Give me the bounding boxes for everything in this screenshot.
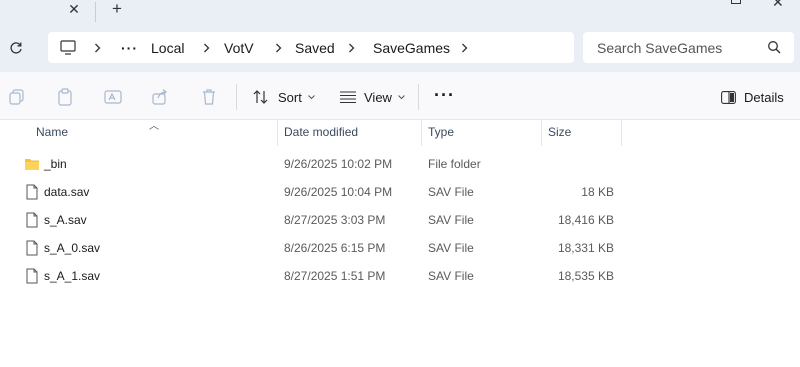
new-tab-button[interactable]: + — [106, 0, 128, 18]
file-icon — [26, 268, 38, 284]
view-button[interactable]: View — [340, 86, 405, 108]
delete-icon[interactable] — [200, 88, 218, 106]
close-tab-icon[interactable]: ✕ — [64, 0, 84, 18]
file-date: 8/27/2025 1:51 PM — [284, 269, 386, 283]
column-divider[interactable] — [421, 120, 422, 146]
maximize-icon[interactable] — [731, 0, 741, 4]
sort-ascending-icon: ︿ — [149, 121, 159, 132]
chevron-down-icon — [307, 94, 315, 99]
breadcrumb-savegames[interactable]: SaveGames — [373, 40, 450, 56]
file-date: 8/26/2025 6:15 PM — [284, 241, 386, 255]
column-divider[interactable] — [277, 120, 278, 146]
details-pane-button[interactable]: Details — [721, 86, 784, 108]
file-type: File folder — [428, 157, 481, 171]
column-size[interactable]: Size — [548, 125, 571, 139]
tab-strip: ✕ + ✕ — [0, 0, 800, 24]
file-icon — [26, 212, 38, 228]
file-name: s_A_1.sav — [44, 269, 101, 283]
chevron-right-icon[interactable] — [346, 40, 356, 55]
more-options-icon[interactable]: ··· — [434, 86, 455, 104]
column-date-modified[interactable]: Date modified — [284, 125, 358, 139]
column-type[interactable]: Type — [428, 125, 454, 139]
file-date: 8/27/2025 3:03 PM — [284, 213, 386, 227]
paste-icon[interactable] — [56, 88, 74, 106]
more-crumbs-icon[interactable]: ··· — [121, 40, 138, 56]
search-input[interactable]: Search SaveGames — [597, 40, 722, 56]
view-icon — [340, 91, 356, 103]
file-size: 18 KB — [581, 185, 614, 199]
refresh-icon[interactable] — [6, 38, 26, 58]
file-name: s_A_0.sav — [44, 241, 101, 255]
breadcrumb-votv[interactable]: VotV — [224, 40, 254, 56]
command-bar: Sort View ··· Details — [0, 72, 800, 120]
search-icon[interactable] — [767, 40, 782, 55]
file-name: _bin — [44, 157, 67, 171]
search-box[interactable]: Search SaveGames — [583, 32, 794, 63]
chevron-right-icon[interactable] — [92, 40, 102, 55]
window-close-icon[interactable]: ✕ — [772, 0, 784, 11]
tab-divider — [95, 2, 96, 22]
file-row[interactable]: s_A_1.sav 8/27/2025 1:51 PM SAV File 18,… — [0, 261, 800, 289]
details-label: Details — [744, 89, 784, 105]
column-name[interactable]: Name — [36, 125, 68, 139]
sort-icon — [253, 90, 268, 104]
file-name: s_A.sav — [44, 213, 87, 227]
toolbar-divider — [418, 84, 419, 110]
breadcrumb-local[interactable]: Local — [151, 40, 184, 56]
chevron-down-icon — [398, 94, 405, 99]
file-row[interactable]: s_A_0.sav 8/26/2025 6:15 PM SAV File 18,… — [0, 233, 800, 261]
file-type: SAV File — [428, 213, 474, 227]
breadcrumb-saved[interactable]: Saved — [295, 40, 335, 56]
file-row[interactable]: _bin 9/26/2025 10:02 PM File folder — [0, 149, 800, 177]
column-divider[interactable] — [621, 120, 622, 146]
file-type: SAV File — [428, 185, 474, 199]
file-date: 9/26/2025 10:04 PM — [284, 185, 393, 199]
address-row: ··· Local VotV Saved SaveGames Search Sa… — [0, 24, 800, 72]
copy-icon[interactable] — [8, 88, 26, 106]
column-divider[interactable] — [541, 120, 542, 146]
folder-icon — [25, 159, 39, 170]
file-size: 18,331 KB — [557, 241, 614, 255]
file-row[interactable]: s_A.sav 8/27/2025 3:03 PM SAV File 18,41… — [0, 205, 800, 233]
details-pane-icon — [721, 90, 736, 104]
sort-button[interactable]: Sort — [252, 86, 315, 108]
file-name: data.sav — [44, 185, 90, 199]
rename-icon[interactable] — [104, 88, 122, 106]
file-size: 18,535 KB — [557, 269, 614, 283]
chevron-right-icon[interactable] — [201, 40, 211, 55]
address-bar[interactable]: ··· Local VotV Saved SaveGames — [48, 32, 574, 63]
file-icon — [26, 240, 38, 256]
view-label: View — [364, 89, 392, 105]
toolbar-divider — [236, 84, 237, 110]
sort-label: Sort — [278, 89, 302, 105]
file-date: 9/26/2025 10:02 PM — [284, 157, 393, 171]
file-size: 18,416 KB — [557, 213, 614, 227]
file-type: SAV File — [428, 241, 474, 255]
file-type: SAV File — [428, 269, 474, 283]
chevron-right-icon[interactable] — [273, 40, 283, 55]
chevron-right-icon[interactable] — [459, 40, 469, 55]
file-row[interactable]: data.sav 9/26/2025 10:04 PM SAV File 18 … — [0, 177, 800, 205]
share-icon[interactable] — [151, 88, 169, 106]
column-header: ︿ Name Date modified Type Size — [0, 120, 800, 146]
file-icon — [26, 184, 38, 200]
this-pc-icon — [60, 40, 76, 55]
